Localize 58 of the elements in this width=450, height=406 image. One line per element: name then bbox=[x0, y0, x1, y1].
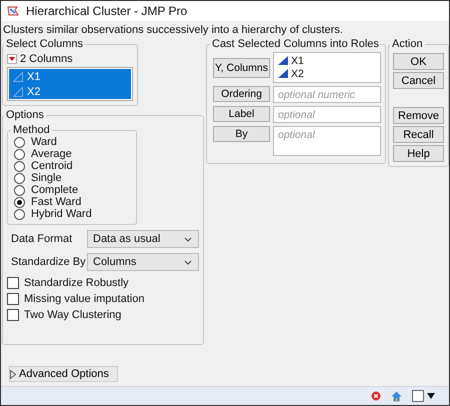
role-button[interactable]: By bbox=[213, 126, 270, 142]
field-label: Standardize By bbox=[10, 256, 87, 268]
group-title: Method bbox=[12, 124, 51, 136]
description-text: Clusters similar observations successively into a hierarchy of clusters. bbox=[2, 23, 344, 38]
action-button[interactable]: Recall bbox=[393, 126, 444, 143]
window-title: Hierarchical Cluster - JMP Pro bbox=[26, 4, 188, 18]
chevron-down-icon bbox=[184, 260, 192, 264]
column-item[interactable]: X2 bbox=[9, 84, 131, 99]
action-button[interactable]: Remove bbox=[393, 107, 444, 124]
radio-button[interactable] bbox=[14, 136, 25, 148]
group-title: Cast Selected Columns into Roles bbox=[211, 38, 380, 50]
radio-label: Complete bbox=[31, 184, 78, 196]
action-button[interactable]: Cancel bbox=[393, 72, 444, 89]
dropdown[interactable]: Data as usual bbox=[87, 230, 199, 248]
role-field[interactable]: optional bbox=[273, 126, 381, 156]
role-item[interactable]: X1 bbox=[278, 54, 376, 67]
home-icon[interactable] bbox=[391, 390, 402, 402]
action-button[interactable]: Help bbox=[393, 145, 444, 162]
group-title: Options bbox=[5, 109, 45, 121]
radio-button[interactable] bbox=[14, 160, 25, 172]
role-button[interactable]: Y, Columns bbox=[213, 58, 270, 78]
checkbox-label: Standardize Robustly bbox=[24, 277, 129, 289]
radio-button[interactable] bbox=[14, 148, 25, 160]
group-title: Action bbox=[391, 38, 424, 50]
checkbox[interactable] bbox=[7, 277, 19, 289]
disclosure-button[interactable]: Advanced Options bbox=[9, 366, 118, 382]
role-field[interactable]: optional bbox=[273, 106, 381, 123]
radio-button[interactable] bbox=[14, 208, 25, 220]
caret-icon[interactable] bbox=[427, 393, 435, 399]
chevron-down-icon bbox=[184, 236, 192, 242]
error-icon[interactable] bbox=[371, 391, 381, 401]
checkbox-label: Missing value imputation bbox=[24, 293, 144, 305]
radio-button[interactable] bbox=[14, 184, 25, 196]
action-button[interactable]: OK bbox=[393, 53, 444, 70]
checkbox[interactable] bbox=[7, 293, 19, 305]
column-count: 2 Columns bbox=[20, 53, 73, 65]
field-label: Data Format bbox=[10, 233, 74, 245]
checkbox[interactable] bbox=[7, 309, 19, 321]
radio-label: Hybrid Ward bbox=[31, 208, 92, 220]
role-button[interactable]: Ordering bbox=[213, 86, 270, 102]
radio-label: Average bbox=[31, 148, 72, 160]
disclosure-icon bbox=[10, 370, 16, 378]
app-icon bbox=[7, 5, 20, 17]
radio-label: Single bbox=[31, 172, 62, 184]
group-title: Select Columns bbox=[5, 38, 84, 50]
column-item[interactable]: X1 bbox=[9, 69, 131, 84]
radio-label: Centroid bbox=[31, 160, 73, 172]
radio-button[interactable] bbox=[14, 172, 25, 184]
radio-button[interactable] bbox=[14, 196, 25, 208]
dropdown-icon[interactable] bbox=[7, 54, 17, 64]
role-item[interactable]: X2 bbox=[278, 67, 376, 80]
checkbox-label: Two Way Clustering bbox=[24, 309, 122, 321]
radio-label: Fast Ward bbox=[31, 196, 82, 208]
dropdown[interactable]: Columns bbox=[87, 253, 199, 271]
window-icon[interactable] bbox=[412, 390, 424, 402]
role-field[interactable]: optional numeric bbox=[273, 86, 381, 103]
role-button[interactable]: Label bbox=[213, 106, 270, 122]
radio-label: Ward bbox=[31, 136, 57, 148]
